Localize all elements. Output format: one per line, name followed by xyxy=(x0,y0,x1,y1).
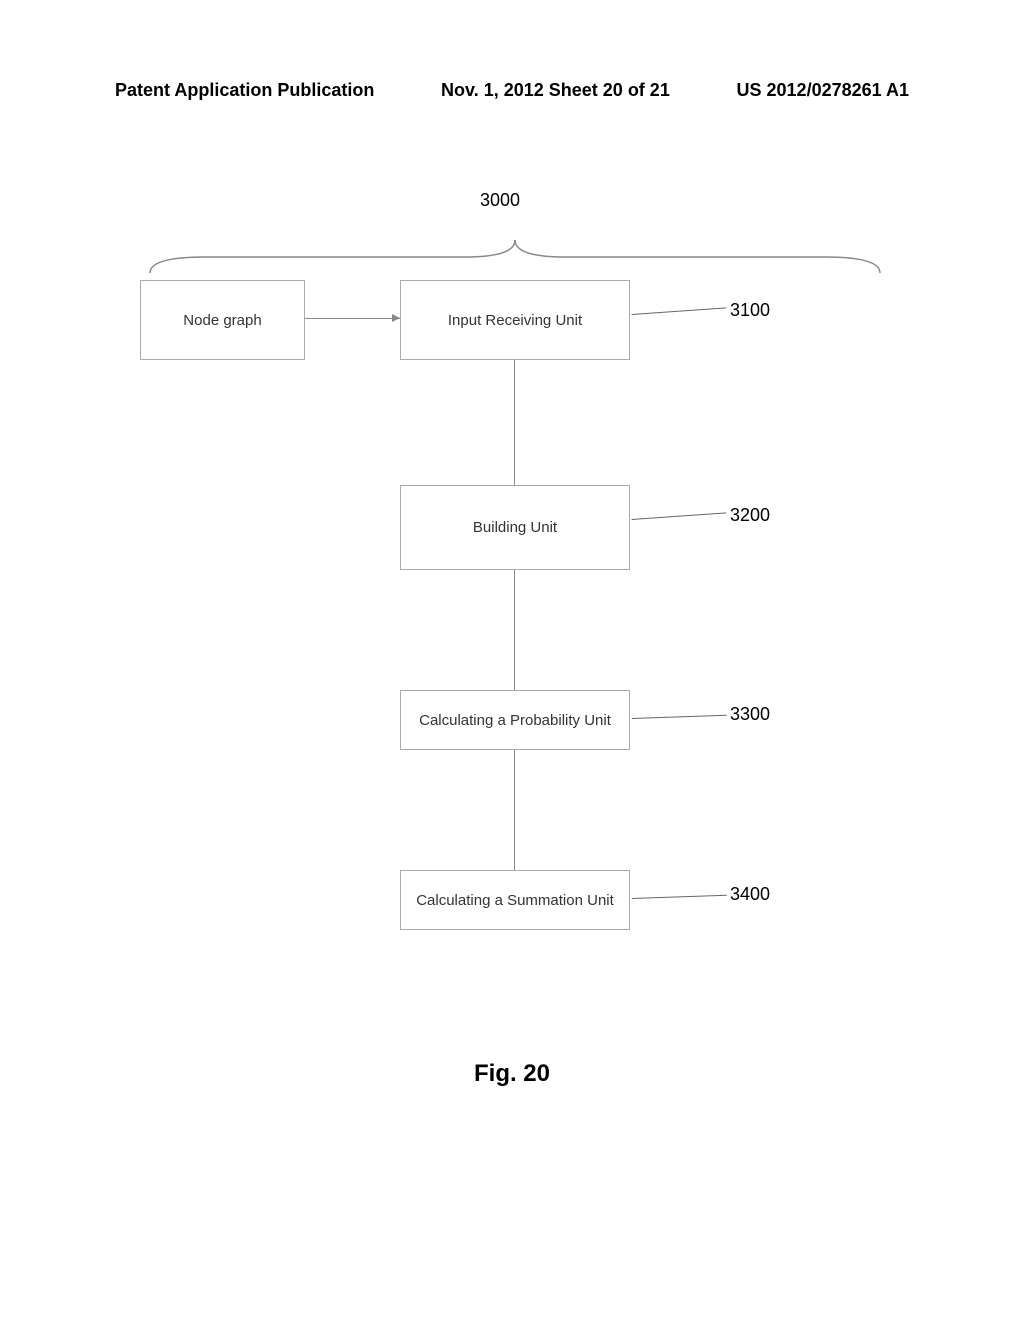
header-right: US 2012/0278261 A1 xyxy=(737,80,909,101)
leader-line-3300 xyxy=(632,715,727,730)
ref-3200: 3200 xyxy=(730,505,770,526)
header-left: Patent Application Publication xyxy=(115,80,374,101)
connector-building-to-prob xyxy=(514,570,515,690)
leader-line-3400 xyxy=(632,895,727,910)
leader-line-3100 xyxy=(632,307,728,326)
curly-bracket xyxy=(145,235,885,275)
arrow-nodegraph-to-input xyxy=(305,318,400,319)
header-center: Nov. 1, 2012 Sheet 20 of 21 xyxy=(441,80,670,101)
system-ref-label: 3000 xyxy=(480,190,520,211)
node-graph-label: Node graph xyxy=(183,312,261,329)
building-unit-box: Building Unit xyxy=(400,485,630,570)
input-unit-label: Input Receiving Unit xyxy=(448,312,582,329)
input-receiving-unit-box: Input Receiving Unit xyxy=(400,280,630,360)
sum-unit-label: Calculating a Summation Unit xyxy=(416,892,614,909)
leader-line-3200 xyxy=(632,512,728,531)
prob-unit-label: Calculating a Probability Unit xyxy=(419,712,611,729)
diagram: 3000 Node graph Input Receiving Unit Bui… xyxy=(140,190,890,990)
ref-3400: 3400 xyxy=(730,884,770,905)
ref-3300: 3300 xyxy=(730,704,770,725)
ref-3100: 3100 xyxy=(730,300,770,321)
building-unit-label: Building Unit xyxy=(473,519,557,536)
summation-unit-box: Calculating a Summation Unit xyxy=(400,870,630,930)
figure-caption: Fig. 20 xyxy=(0,1060,1024,1088)
page-header: Patent Application Publication Nov. 1, 2… xyxy=(0,80,1024,101)
connector-prob-to-sum xyxy=(514,750,515,870)
arrowhead-icon xyxy=(392,314,400,322)
probability-unit-box: Calculating a Probability Unit xyxy=(400,690,630,750)
node-graph-box: Node graph xyxy=(140,280,305,360)
connector-input-to-building xyxy=(514,360,515,485)
